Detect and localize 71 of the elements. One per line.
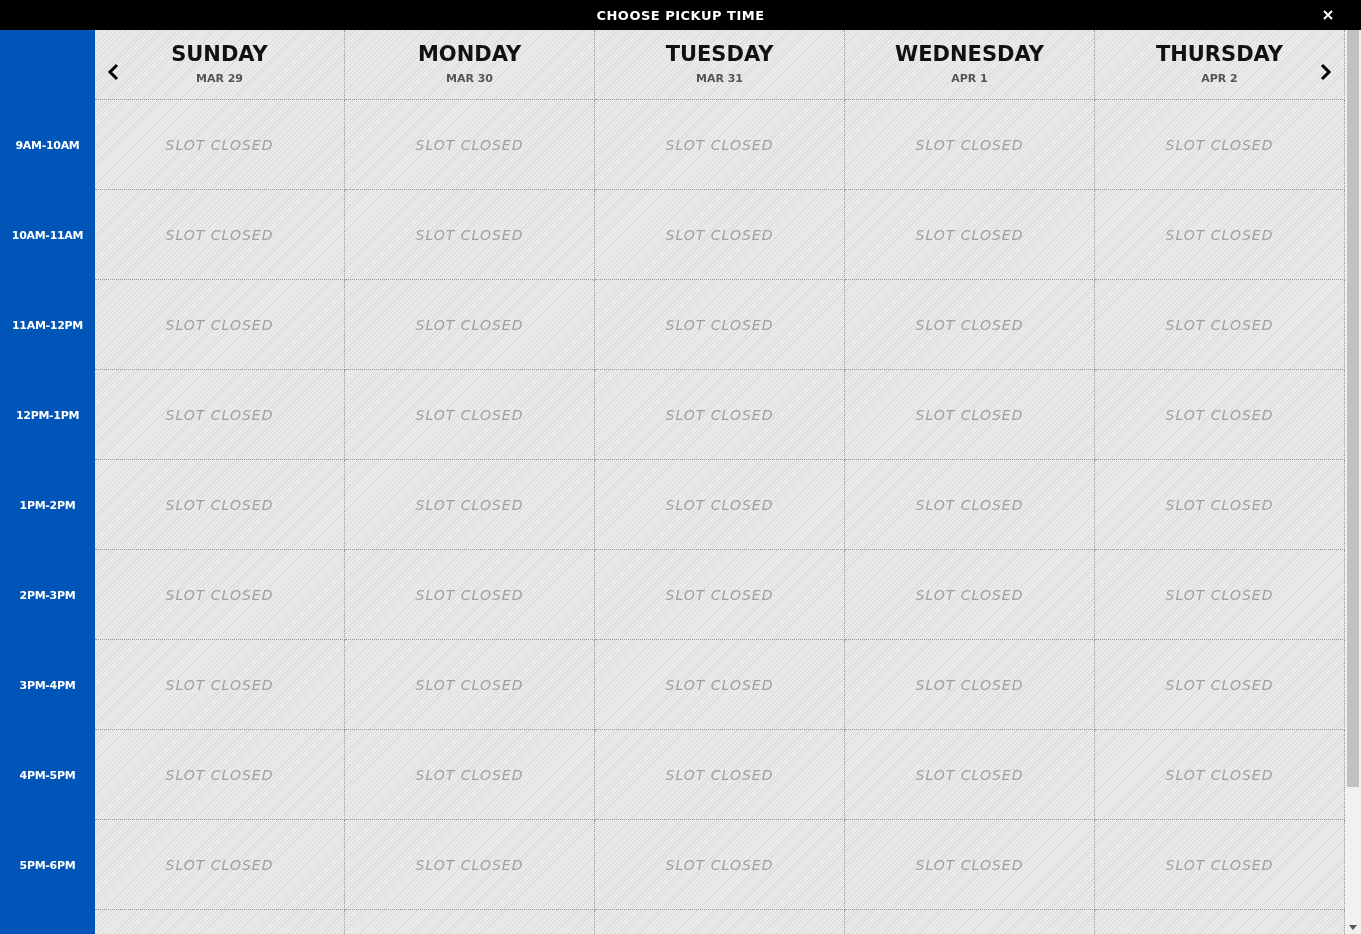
slot-status: SLOT CLOSED: [415, 856, 524, 873]
slot-status: SLOT CLOSED: [915, 226, 1024, 243]
day-name: WEDNESDAY: [895, 42, 1044, 66]
close-icon[interactable]: [1323, 10, 1333, 20]
slot-status: SLOT CLOSED: [665, 586, 774, 603]
slot-status: SLOT CLOSED: [915, 406, 1024, 423]
slot-status: SLOT CLOSED: [665, 316, 774, 333]
slot-status: SLOT CLOSED: [165, 856, 274, 873]
slot-status: SLOT CLOSED: [665, 226, 774, 243]
day-date: APR 1: [951, 72, 988, 85]
day-name: SUNDAY: [171, 42, 268, 66]
slot-status: SLOT CLOSED: [665, 496, 774, 513]
slot-status: SLOT CLOSED: [415, 496, 524, 513]
slot-status: SLOT CLOSED: [915, 496, 1024, 513]
slot-status: SLOT CLOSED: [1165, 586, 1274, 603]
day-name: TUESDAY: [665, 42, 774, 66]
slot-status: SLOT CLOSED: [1165, 766, 1274, 783]
slot-status: SLOT CLOSED: [165, 226, 274, 243]
time-label: 3PM-4PM: [19, 678, 76, 692]
slot-status: SLOT CLOSED: [415, 676, 524, 693]
slot-status: SLOT CLOSED: [1165, 136, 1274, 153]
slot-status: SLOT CLOSED: [665, 406, 774, 423]
slot-status: SLOT CLOSED: [415, 226, 524, 243]
slot-status: SLOT CLOSED: [415, 766, 524, 783]
time-label: 11AM-12PM: [12, 318, 83, 332]
slot-status: SLOT CLOSED: [665, 766, 774, 783]
slot-status: SLOT CLOSED: [915, 766, 1024, 783]
slot-status: SLOT CLOSED: [665, 856, 774, 873]
next-icon[interactable]: [1320, 63, 1332, 81]
slot-status: SLOT CLOSED: [665, 136, 774, 153]
slot-status: SLOT CLOSED: [915, 676, 1024, 693]
scroll-down-icon[interactable]: [1349, 925, 1357, 930]
slot-status: SLOT CLOSED: [415, 316, 524, 333]
slot-status: SLOT CLOSED: [665, 676, 774, 693]
time-label: 2PM-3PM: [19, 588, 76, 602]
time-label: 5PM-6PM: [19, 858, 76, 872]
time-label: 12PM-1PM: [15, 408, 80, 422]
slot-status: SLOT CLOSED: [415, 136, 524, 153]
scrollbar-thumb[interactable]: [1347, 30, 1359, 787]
time-label: 9AM-10AM: [15, 138, 80, 152]
slot-status: SLOT CLOSED: [1165, 676, 1274, 693]
slot-status: SLOT CLOSED: [165, 586, 274, 603]
scrollbar[interactable]: [1345, 30, 1361, 934]
slot-status: SLOT CLOSED: [165, 316, 274, 333]
slot-status: SLOT CLOSED: [165, 766, 274, 783]
slot-status: SLOT CLOSED: [415, 406, 524, 423]
previous-icon[interactable]: [107, 63, 119, 81]
time-label: 4PM-5PM: [19, 768, 76, 782]
time-label: 1PM-2PM: [19, 498, 76, 512]
slot-status: SLOT CLOSED: [415, 586, 524, 603]
day-name: MONDAY: [417, 42, 522, 66]
time-label: 10AM-11AM: [11, 228, 84, 242]
day-date: MAR 29: [195, 72, 244, 85]
slot-status: SLOT CLOSED: [915, 586, 1024, 603]
slot-status: SLOT CLOSED: [1165, 496, 1274, 513]
slot-status: SLOT CLOSED: [165, 676, 274, 693]
slot-status: SLOT CLOSED: [1165, 856, 1274, 873]
slot-status: SLOT CLOSED: [165, 136, 274, 153]
day-date: MAR 31: [695, 72, 744, 85]
slot-status: SLOT CLOSED: [915, 136, 1024, 153]
slot-status: SLOT CLOSED: [1165, 316, 1274, 333]
slot-status: SLOT CLOSED: [915, 316, 1024, 333]
day-date: MAR 30: [445, 72, 494, 85]
slot-status: SLOT CLOSED: [1165, 406, 1274, 423]
dialog-title: CHOOSE PICKUP TIME: [596, 7, 765, 23]
slot-status: SLOT CLOSED: [165, 496, 274, 513]
day-date: APR 2: [1201, 72, 1238, 85]
slot-status: SLOT CLOSED: [1165, 226, 1274, 243]
slot-status: SLOT CLOSED: [915, 856, 1024, 873]
slot-status: SLOT CLOSED: [165, 406, 274, 423]
day-name: THURSDAY: [1155, 42, 1284, 66]
